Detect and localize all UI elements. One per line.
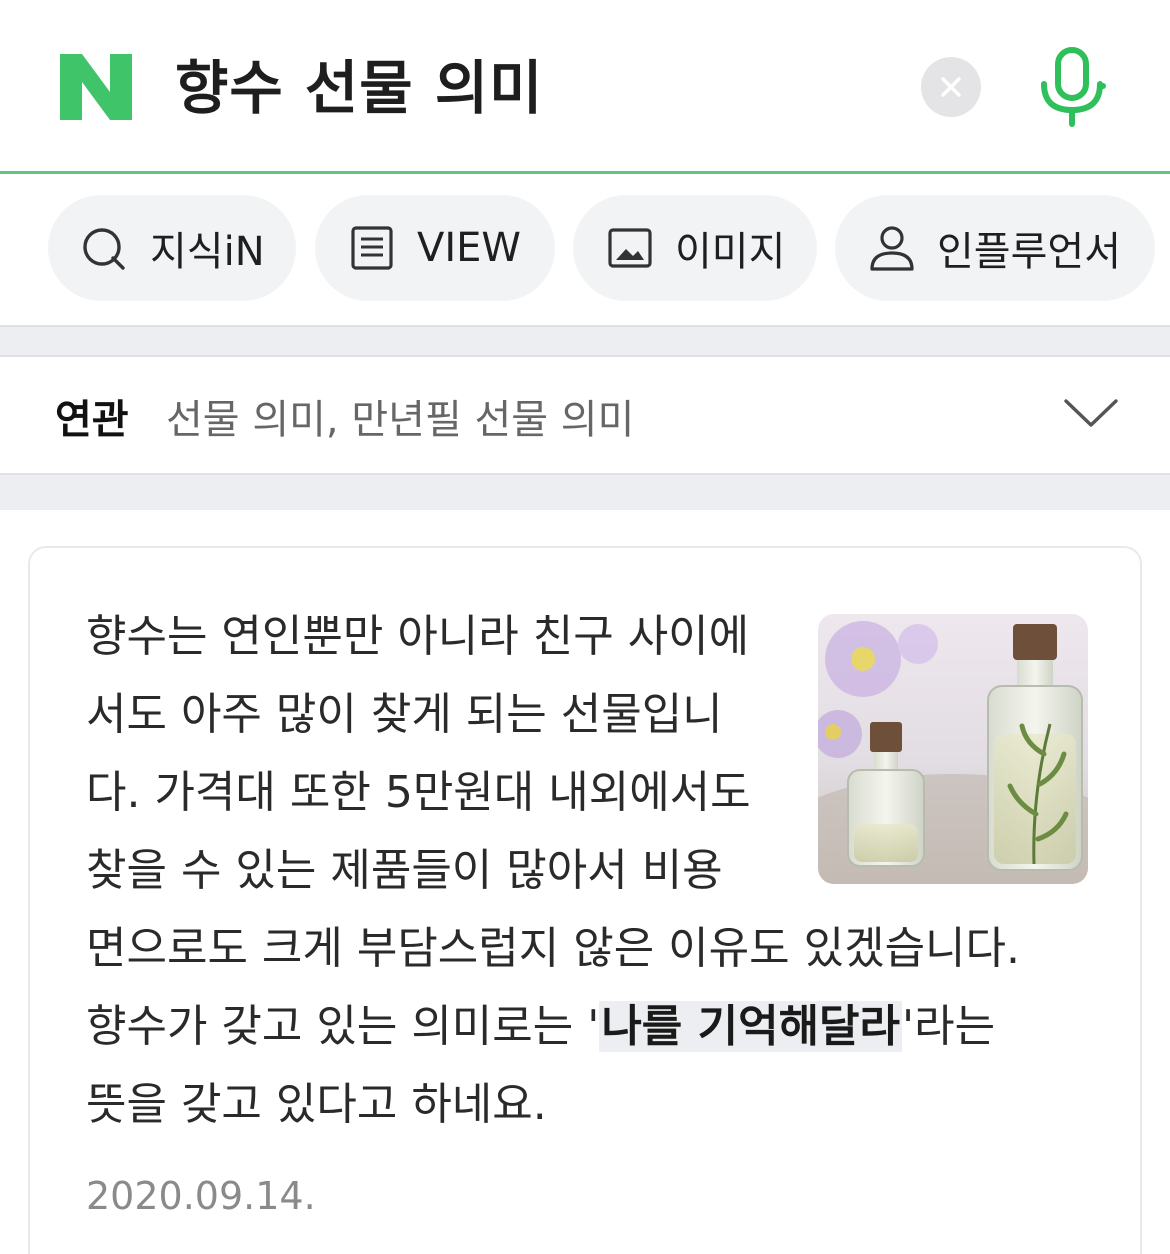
tab-label: 지식iN xyxy=(150,229,265,275)
tab-view[interactable]: VIEW xyxy=(315,195,555,301)
snippet-line-highlighted: 향수가 갖고 있는 의미로는 '나를 기억해달라'라는 xyxy=(86,988,1096,1066)
microphone-icon[interactable] xyxy=(1036,46,1108,130)
search-header: 향수 선물 의미 xyxy=(0,0,1170,174)
snippet-line: 향수는 연인뿐만 아니라 친구 사이에 xyxy=(86,611,750,662)
close-icon xyxy=(941,77,961,97)
snippet-line: 면으로도 크게 부담스럽지 않은 이유도 있겠습니다. xyxy=(86,923,1020,974)
snippet-line: 다. 가격대 또한 5만원대 내외에서도 xyxy=(86,767,751,818)
snippet-line: 서도 아주 많이 찾게 되는 선물입니 xyxy=(86,689,723,740)
image-icon xyxy=(608,228,652,268)
search-category-tabs: 지식iN VIEW 이미지 인플루언서 xyxy=(0,177,1170,325)
section-divider xyxy=(0,473,1170,510)
tab-label: VIEW xyxy=(417,225,521,271)
search-results-page: 향수 선물 의미 지식iN VIEW 이미지 인플루언서 연관 선물 의미, 만… xyxy=(0,0,1170,1254)
tab-label: 이미지 xyxy=(675,229,786,275)
clear-search-button[interactable] xyxy=(921,57,981,117)
naver-logo[interactable] xyxy=(60,54,132,120)
related-terms[interactable]: 선물 의미, 만년필 선물 의미 xyxy=(166,387,634,445)
related-searches: 연관 선물 의미, 만년필 선물 의미 xyxy=(0,357,1170,473)
section-divider xyxy=(0,325,1170,357)
document-icon xyxy=(351,226,393,270)
tab-label: 인플루언서 xyxy=(937,229,1121,275)
post-date: 2020.09.14. xyxy=(86,1174,316,1218)
tab-knowledge-in[interactable]: 지식iN xyxy=(48,195,296,301)
perfume-thumbnail[interactable] xyxy=(818,614,1088,884)
answer-card[interactable]: 향수는 연인뿐만 아니라 친구 사이에 서도 아주 많이 찾게 되는 선물입니 … xyxy=(28,546,1142,1254)
person-icon xyxy=(870,226,914,271)
chevron-down-icon[interactable] xyxy=(1060,389,1122,441)
snippet-text: 향수가 갖고 있는 의미로는 ' xyxy=(86,1001,600,1052)
highlighted-phrase: 나를 기억해달라 xyxy=(599,1001,903,1052)
search-query[interactable]: 향수 선물 의미 xyxy=(175,52,544,124)
search-icon xyxy=(83,228,125,270)
tab-influencer[interactable]: 인플루언서 xyxy=(835,195,1155,301)
related-label: 연관 xyxy=(55,397,129,443)
snippet-text: '라는 xyxy=(902,1001,996,1052)
tab-images[interactable]: 이미지 xyxy=(573,195,817,301)
snippet-line: 뜻을 갖고 있다고 하네요. xyxy=(86,1079,547,1130)
snippet-line: 찾을 수 있는 제품들이 많아서 비용 xyxy=(86,845,723,896)
